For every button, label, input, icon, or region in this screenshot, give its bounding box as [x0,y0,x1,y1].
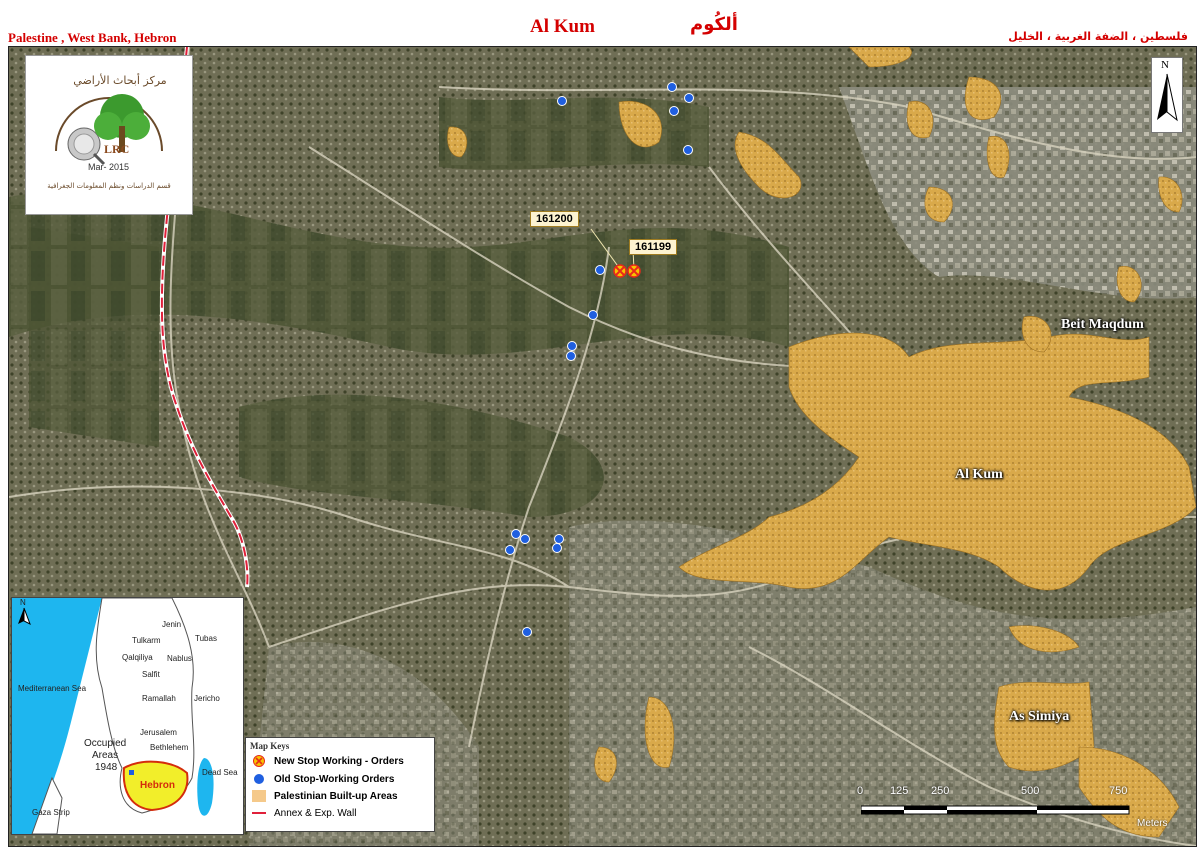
inset-label-tubas: Tubas [195,634,217,643]
legend-label: Annex & Exp. Wall [274,807,357,819]
location-en: Palestine , West Bank, Hebron [8,30,177,45]
blue-dot-icon [252,773,266,785]
inset-label-year: 1948 [95,762,118,773]
scale-tick: 750 [1109,785,1128,797]
location-ar: فلسطين ، الضفة الغربية ، الخليل [1008,30,1188,43]
inset-label-ramallah: Ramallah [142,694,176,703]
scale-bar-graphic [861,805,1130,815]
scale-tick: 250 [931,785,950,797]
place-as-simiya: As Simiya [1009,709,1070,724]
map-legend: Map Keys New Stop Working - Orders Old S… [245,737,435,832]
inset-label-med-sea: Mediterranean Sea [18,684,87,693]
inset-locator-map: N Jenin Tubas Tulkarm Qalqiliya Nablus S… [11,597,244,835]
inset-label-salfit: Salfit [142,670,160,679]
scale-bar: 0 125 250 500 750 Meters [857,782,1177,832]
legend-title: Map Keys [250,741,290,751]
inset-label-areas: Areas [92,750,119,761]
logo-arabic-bottom: قسم الدراسات ونظم المعلومات الجغرافية [47,182,171,190]
logo-arabic-top: مركز أبحاث الأراضي [73,74,167,87]
inset-label-jerusalem: Jerusalem [140,728,177,737]
order-callout[interactable]: 161199 [629,239,678,255]
inset-label-tulkarm: Tulkarm [132,636,161,645]
inset-label-jericho: Jericho [194,694,220,703]
inset-label-dead-sea: Dead Sea [202,768,238,777]
inset-label-nablus: Nablus [167,654,192,663]
scale-unit: Meters [1137,818,1168,829]
inset-north: N [20,598,26,607]
satellite-map[interactable]: LRC Mar- 2015 مركز أبحاث الأراضي قسم الد… [8,46,1197,847]
scale-tick: 0 [857,785,864,797]
legend-item-new-orders: New Stop Working - Orders [252,754,404,768]
legend-item-old-orders: Old Stop-Working Orders [252,772,394,786]
inset-label-bethlehem: Bethlehem [150,743,189,752]
red-line-icon [252,807,266,819]
map-title: Al Kum [530,16,595,37]
legend-item-builtup: Palestinian Built-up Areas [252,789,398,803]
inset-label-gaza: Gaza Strip [32,808,70,817]
map-header: Palestine , West Bank, Hebron Al Kum ألك… [0,0,1200,46]
inset-label-hebron: Hebron [140,780,175,791]
inset-label-occupied: Occupied [84,738,127,749]
order-callout[interactable]: 161200 [530,211,579,227]
legend-label: New Stop Working - Orders [274,755,404,767]
legend-label: Palestinian Built-up Areas [274,790,398,802]
tan-fill-icon [252,790,266,802]
logo-abbr: LRC [104,142,130,156]
inset-label-jenin: Jenin [162,620,182,629]
north-arrow: N [1151,57,1183,133]
legend-item-wall: Annex & Exp. Wall [252,806,356,820]
north-arrow-icon [1157,73,1178,122]
map-title-ar: ألكُوم [690,14,738,35]
lrc-logo: LRC Mar- 2015 مركز أبحاث الأراضي قسم الد… [25,55,193,215]
scale-tick: 500 [1021,785,1040,797]
legend-label: Old Stop-Working Orders [274,773,395,785]
logo-date: Mar- 2015 [88,162,130,172]
scale-tick: 125 [890,785,909,797]
red-x-circle-icon [252,755,266,767]
place-al-kum: Al Kum [955,467,1003,482]
place-beit-maqdum: Beit Maqdum [1061,317,1144,332]
inset-label-qalqiliya: Qalqiliya [122,653,153,662]
